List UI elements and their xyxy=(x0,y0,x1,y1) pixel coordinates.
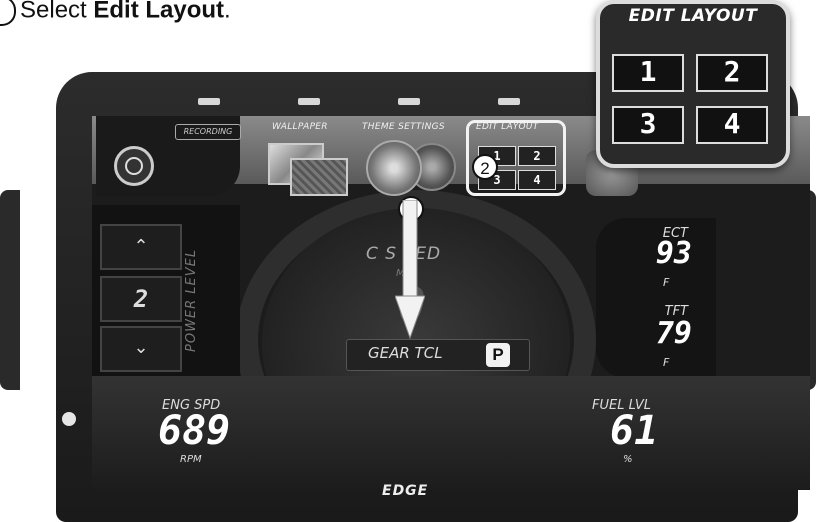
instruction-prefix: Select xyxy=(20,0,87,24)
layout-option-1[interactable]: 1 xyxy=(612,54,684,92)
layout-option-2[interactable]: 2 xyxy=(696,54,768,92)
layout-option-2-label: 2 xyxy=(723,55,741,88)
recording-badge: RECORDING xyxy=(175,124,241,140)
layout-option-3-label: 3 xyxy=(639,107,657,140)
ect-unit: F xyxy=(663,276,670,289)
layout-option-4[interactable]: 4 xyxy=(696,106,768,144)
instruction-target: Edit Layout xyxy=(93,0,225,24)
wallpaper-icon-alt[interactable] xyxy=(290,158,348,196)
ect-value: 93 xyxy=(655,236,692,271)
indicator-led-2 xyxy=(298,98,320,105)
down-arrow-icon xyxy=(395,200,425,340)
indicator-led-4 xyxy=(498,98,520,105)
instruction-text: Select Edit Layout. xyxy=(0,0,231,26)
edge-logo: EDGE xyxy=(382,483,429,499)
device-side-left xyxy=(0,190,20,390)
theme-settings-label: THEME SETTINGS xyxy=(362,122,445,132)
layout-option-3[interactable]: 3 xyxy=(612,106,684,144)
tft-unit: F xyxy=(663,356,670,369)
chevron-up-icon: ⌃ xyxy=(133,236,149,257)
theme-gauge-icon[interactable] xyxy=(366,140,422,196)
fuel-lvl-value: 61 xyxy=(610,408,659,454)
layout-option-1-label: 1 xyxy=(639,55,657,88)
callout-2: 2 xyxy=(472,154,498,180)
chevron-down-icon: ⌄ xyxy=(133,337,149,358)
fuel-lvl-unit: % xyxy=(623,454,633,465)
wallpaper-label: WALLPAPER xyxy=(272,122,328,132)
ambient-sensor-icon xyxy=(62,412,76,426)
layout-thumb-2: 2 xyxy=(518,146,556,166)
step-number-icon xyxy=(0,0,16,26)
layout-thumb-4: 4 xyxy=(518,170,556,190)
layout-option-4-label: 4 xyxy=(723,107,741,140)
indicator-led-3 xyxy=(398,98,420,105)
eng-spd-unit: RPM xyxy=(180,454,202,465)
tft-value: 79 xyxy=(655,316,692,351)
gear-indicator: P xyxy=(486,343,510,367)
popup-title: EDIT LAYOUT xyxy=(628,6,758,26)
power-level-label: POWER LEVEL xyxy=(184,248,199,352)
indicator-led-1 xyxy=(198,98,220,105)
record-button[interactable] xyxy=(114,146,154,186)
eng-spd-value: 689 xyxy=(158,408,231,454)
power-level-value: 2 xyxy=(100,276,182,322)
power-up-button[interactable]: ⌃ xyxy=(100,224,182,270)
instruction-suffix: . xyxy=(224,0,231,24)
gear-label: GEAR TCL xyxy=(368,344,443,362)
power-down-button[interactable]: ⌄ xyxy=(100,326,182,372)
